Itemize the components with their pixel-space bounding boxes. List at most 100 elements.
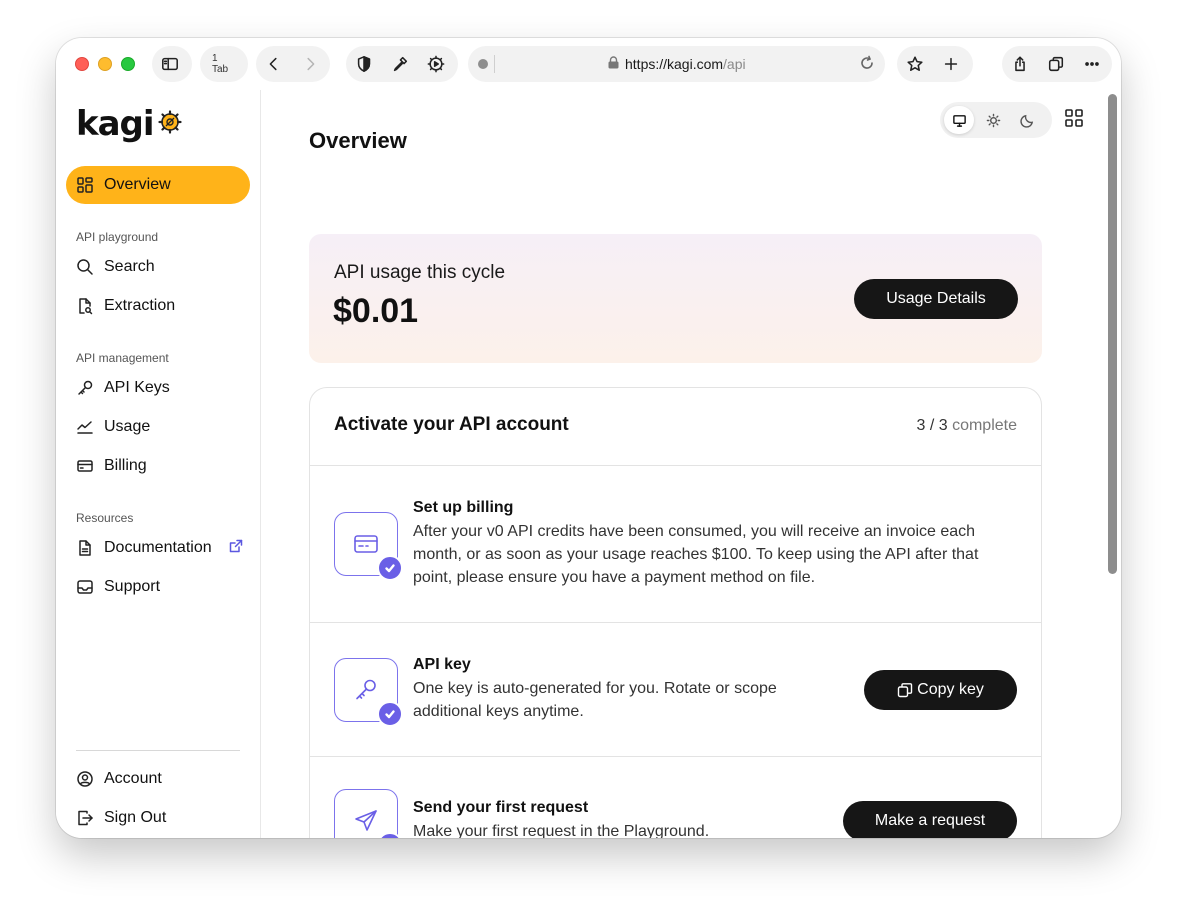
reload-icon[interactable]: [859, 55, 877, 73]
credit-card-icon: [77, 460, 93, 472]
sidebar-item-label: Documentation: [104, 539, 212, 556]
tab-count-button[interactable]: 1 Tab: [200, 53, 248, 75]
forward-icon[interactable]: [292, 46, 328, 82]
document-icon: [79, 540, 91, 556]
main-content: Overview API usage this cycle $0.01 Usag…: [261, 90, 1104, 838]
shield-icon[interactable]: [346, 46, 382, 82]
share-group: [1002, 46, 1112, 82]
step-title: Set up billing: [413, 499, 514, 516]
theme-switcher: [940, 102, 1052, 138]
extensions-group: [346, 46, 458, 82]
scrollbar[interactable]: [1108, 94, 1117, 574]
file-search-icon: [79, 298, 93, 315]
sidebar-item-label: Search: [104, 258, 155, 275]
sidebar-toggle-icon[interactable]: [152, 46, 188, 82]
share-icon[interactable]: [1002, 46, 1038, 82]
star-icon[interactable]: [897, 46, 933, 82]
theme-system-button[interactable]: [944, 106, 974, 134]
sidebar-item-label: Support: [104, 578, 161, 595]
usage-card: API usage this cycle $0.01 Usage Details: [309, 234, 1042, 363]
copy-key-label: Copy key: [917, 681, 984, 698]
sidebar-item-api-keys[interactable]: API Keys: [66, 369, 250, 407]
apps-grid-icon[interactable]: [1064, 108, 1088, 132]
sidebar-item-label: Extraction: [104, 297, 176, 314]
step-api-key: API key One key is auto-generated for yo…: [310, 622, 1041, 756]
inbox-icon: [77, 580, 93, 594]
step-billing: Set up billing After your v0 API credits…: [310, 465, 1041, 622]
url-path: /api: [723, 56, 746, 72]
zoom-window-button[interactable]: [121, 57, 135, 71]
activate-title: Activate your API account: [334, 414, 569, 435]
history-nav-group: [256, 46, 330, 82]
external-link-icon: [228, 538, 244, 559]
sidebar-item-support[interactable]: Support: [66, 568, 250, 606]
theme-light-button[interactable]: [978, 106, 1008, 134]
section-resources: Resources: [76, 511, 134, 525]
sidebar-item-overview[interactable]: Overview: [66, 166, 250, 204]
request-step-icon: [334, 789, 403, 838]
tabs-copy-icon[interactable]: [1038, 46, 1074, 82]
lock-icon: [608, 56, 619, 72]
sign-out-icon: [78, 810, 93, 826]
copy-key-button[interactable]: Copy key: [864, 670, 1017, 710]
key-icon: [78, 380, 93, 395]
back-icon[interactable]: [256, 46, 292, 82]
bookmark-group: [897, 46, 973, 82]
sidebar: kagi Overview API playground Search Extr…: [56, 90, 261, 838]
logo-text: kagi: [76, 104, 155, 144]
theme-dark-button[interactable]: [1012, 106, 1042, 134]
sidebar-item-label: Billing: [104, 457, 147, 474]
copy-icon: [897, 683, 913, 698]
sidebar-toggle-group: [152, 46, 192, 82]
page-status-dot: [478, 59, 488, 69]
sidebar-item-sign-out[interactable]: Sign Out: [66, 799, 250, 837]
step-description: After your v0 API credits have been cons…: [413, 523, 979, 586]
page-title: Overview: [309, 128, 407, 153]
usage-details-button[interactable]: Usage Details: [854, 279, 1018, 319]
more-icon[interactable]: [1074, 46, 1110, 82]
monitor-icon: [952, 114, 966, 127]
key-icon: [356, 679, 376, 700]
new-tab-icon[interactable]: [933, 46, 969, 82]
activate-account-card: Activate your API account 3 / 3 complete…: [309, 387, 1042, 838]
kagi-logo[interactable]: kagi: [76, 104, 182, 144]
api-key-step-icon: [334, 658, 403, 727]
browser-window: 1 Tab https://kagi.com/api kagi Overview…: [56, 38, 1121, 838]
sidebar-item-documentation[interactable]: Documentation: [66, 529, 250, 567]
step-description: Make your first request in the Playgroun…: [413, 823, 710, 838]
eyedropper-icon[interactable]: [382, 46, 418, 82]
url-display[interactable]: https://kagi.com/api: [608, 56, 746, 72]
address-divider: [494, 55, 495, 73]
sidebar-item-account[interactable]: Account: [66, 760, 250, 798]
sidebar-item-label: Account: [104, 770, 162, 787]
step-description: One key is auto-generated for you. Rotat…: [413, 680, 777, 720]
activate-progress: 3 / 3 complete: [916, 417, 1017, 435]
make-request-button[interactable]: Make a request: [843, 801, 1017, 838]
billing-step-icon: [334, 512, 403, 581]
minimize-window-button[interactable]: [98, 57, 112, 71]
check-icon: [377, 555, 403, 581]
url-host: https://kagi.com: [625, 56, 724, 72]
sidebar-item-billing[interactable]: Billing: [66, 447, 250, 485]
progress-count: 3 / 3: [916, 417, 948, 434]
sidebar-divider: [76, 750, 240, 751]
sidebar-item-usage[interactable]: Usage: [66, 408, 250, 446]
browser-toolbar: 1 Tab https://kagi.com/api: [56, 38, 1121, 90]
user-circle-icon: [77, 771, 93, 787]
section-api-playground: API playground: [76, 230, 159, 244]
sidebar-item-label: Sign Out: [104, 809, 167, 826]
address-bar[interactable]: https://kagi.com/api: [468, 46, 885, 82]
moon-icon: [1019, 114, 1033, 128]
sidebar-item-extraction[interactable]: Extraction: [66, 287, 250, 325]
sidebar-item-search[interactable]: Search: [66, 248, 250, 286]
close-window-button[interactable]: [75, 57, 89, 71]
gear-play-icon[interactable]: [418, 46, 454, 82]
dashboard-icon: [77, 177, 93, 193]
sidebar-item-label: Usage: [104, 418, 151, 435]
sidebar-item-label: Overview: [104, 176, 171, 193]
step-title: API key: [413, 656, 471, 673]
usage-label: API usage this cycle: [334, 262, 506, 283]
tab-overview-group: 1 Tab: [200, 46, 248, 82]
chart-line-icon: [77, 421, 93, 434]
usage-value: $0.01: [333, 292, 419, 330]
